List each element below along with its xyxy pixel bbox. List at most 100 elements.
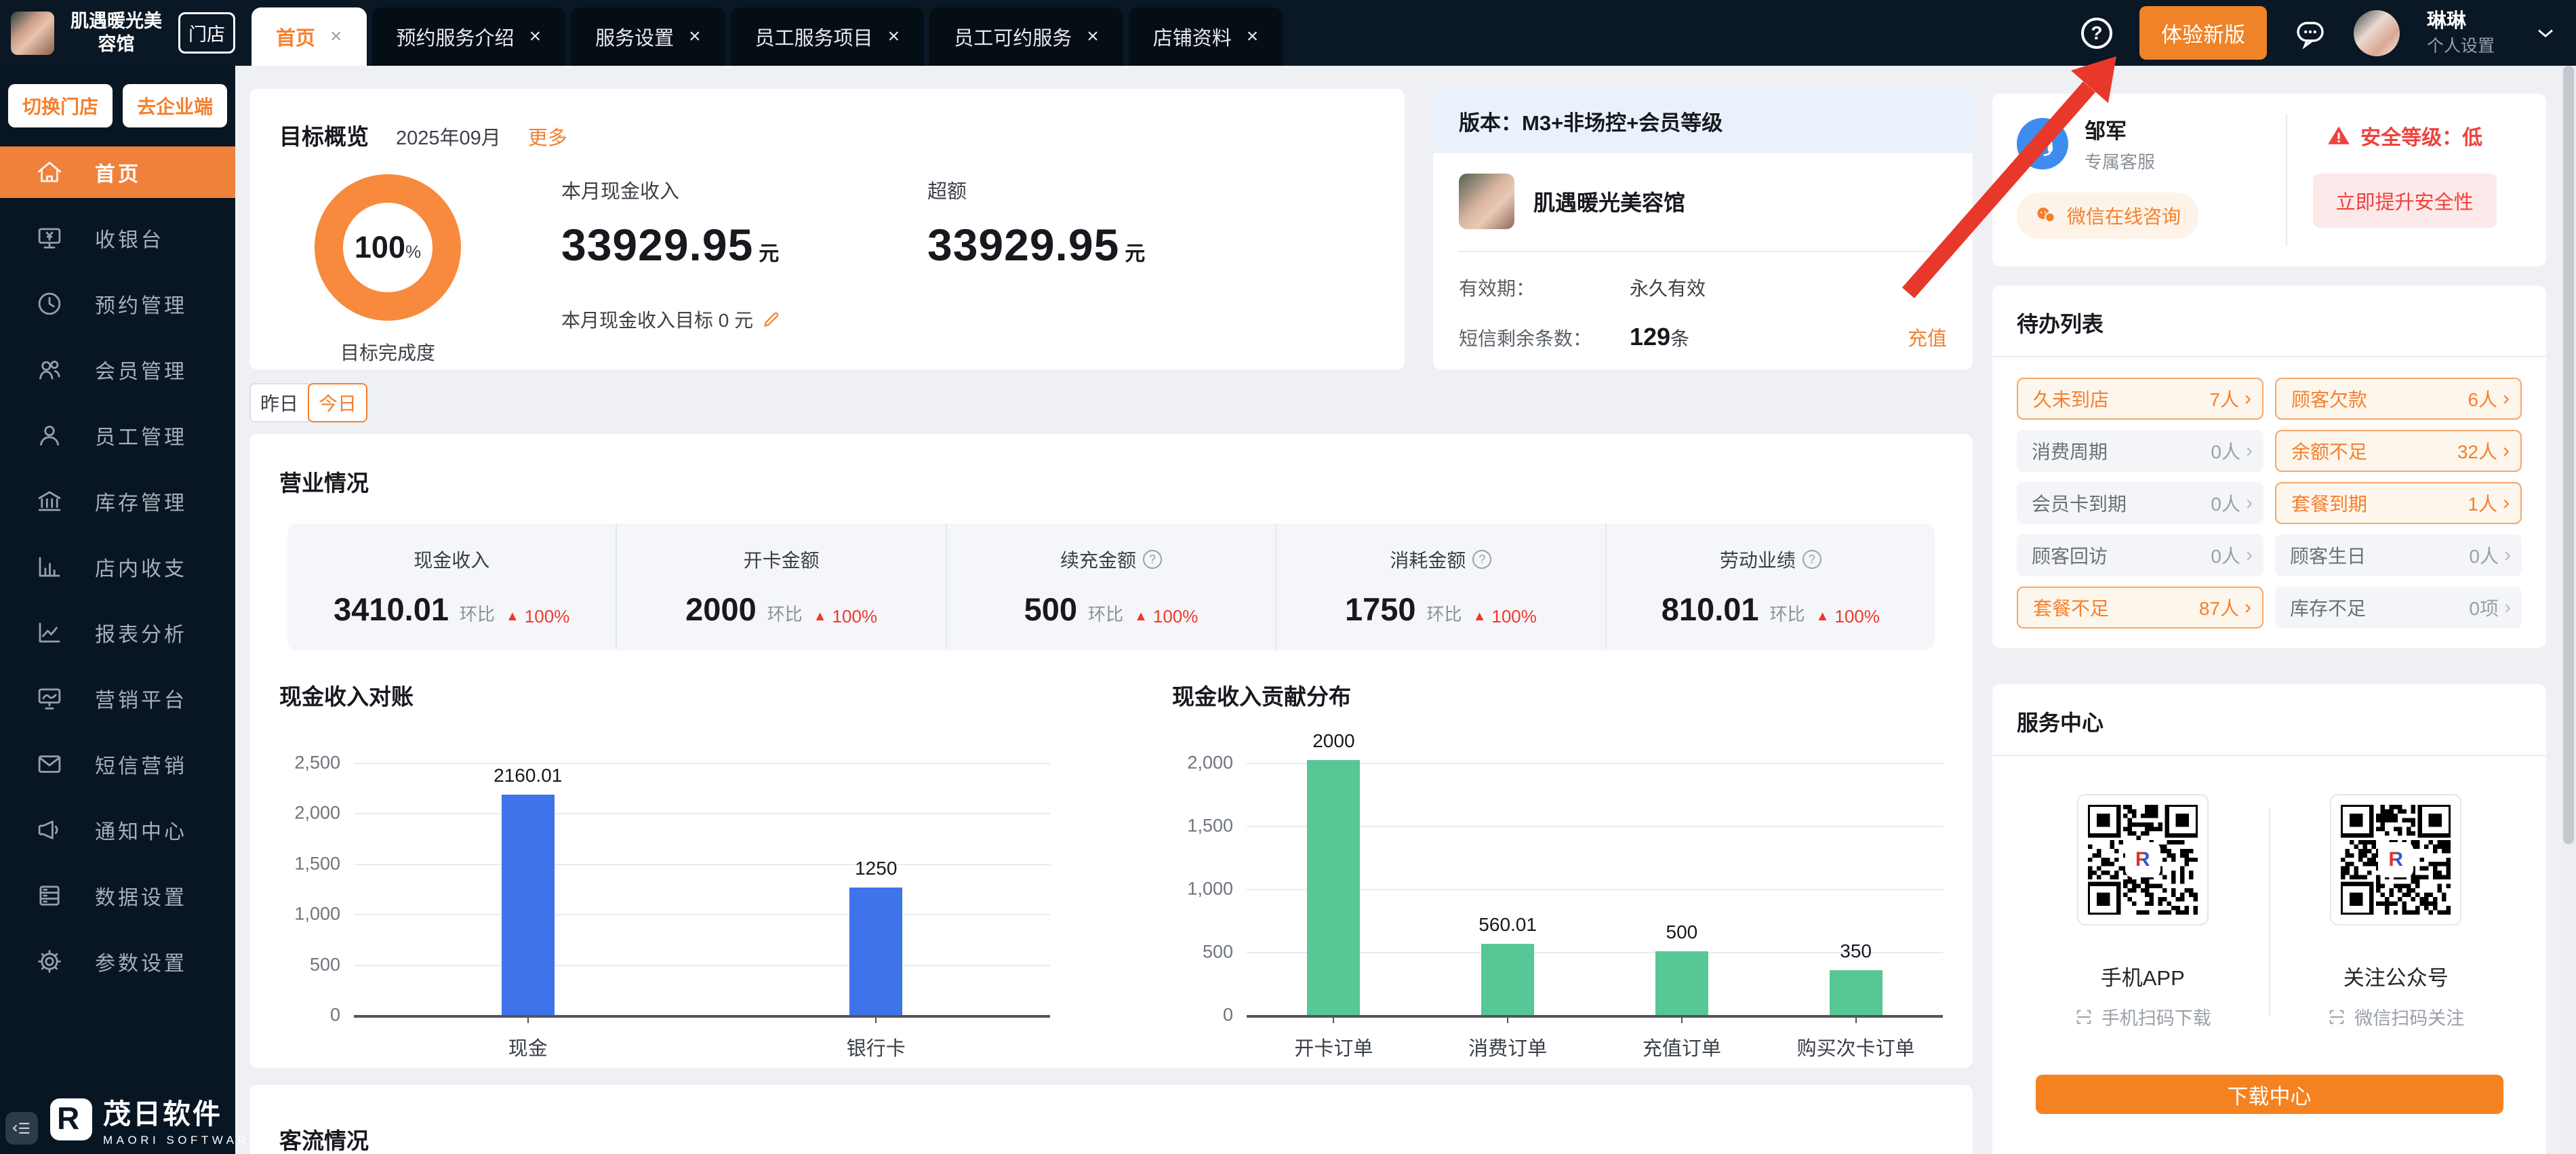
qr-block-手机APP: R 手机APP 手机扫码下载 xyxy=(2017,794,2269,1030)
chevron-right-icon: › xyxy=(2503,439,2510,462)
tab-预约服务介绍[interactable]: 预约服务介绍 × xyxy=(371,7,566,66)
cash-income-label: 本月现金收入 xyxy=(561,181,680,203)
goal-more-link[interactable]: 更多 xyxy=(528,122,567,151)
sidebar-item-通知中心[interactable]: 通知中心 xyxy=(0,804,235,856)
mom-up-value: ▲ 100% xyxy=(1134,606,1199,626)
scan-icon xyxy=(2329,1010,2344,1024)
help-icon[interactable]: ? xyxy=(2080,17,2112,49)
todo-item-久未到店[interactable]: 久未到店 7人 › xyxy=(2017,378,2263,420)
trend-icon xyxy=(39,622,60,643)
toggle-today[interactable]: 今日 xyxy=(308,383,368,422)
bar-value-label: 2000 xyxy=(1312,730,1355,751)
sidebar-item-营销平台[interactable]: 营销平台 xyxy=(0,673,235,724)
page-scrollbar[interactable] xyxy=(2561,66,2576,1154)
user-meta[interactable]: 琳琳 个人设置 xyxy=(2427,9,2495,58)
todo-item-套餐到期[interactable]: 套餐到期 1人 › xyxy=(2275,482,2522,524)
home-icon xyxy=(37,161,62,182)
sidebar-item-首页[interactable]: 首页 xyxy=(0,146,235,198)
tab-店铺资料[interactable]: 店铺资料 × xyxy=(1128,7,1283,66)
x-axis-label: 现金 xyxy=(508,1038,548,1060)
toggle-yesterday[interactable]: 昨日 xyxy=(249,383,310,422)
wechat-consult-button[interactable]: 微信在线咨询 xyxy=(2017,193,2199,239)
tab-员工可约服务[interactable]: 员工可约服务 × xyxy=(929,7,1123,66)
todo-label: 库存不足 xyxy=(2290,598,2367,619)
chevron-right-icon: › xyxy=(2245,596,2251,618)
stat-value: 810.01 xyxy=(1661,591,1759,627)
todo-item-余额不足[interactable]: 余额不足 32人 › xyxy=(2275,430,2522,472)
tab-服务设置[interactable]: 服务设置 × xyxy=(571,7,725,66)
sms-remaining-value: 129 xyxy=(1630,323,1671,351)
sidebar-item-会员管理[interactable]: 会员管理 xyxy=(0,344,235,395)
qr-block-关注公众号: R 关注公众号 微信扫码关注 xyxy=(2270,794,2522,1030)
tab-close-icon[interactable]: × xyxy=(330,26,342,47)
todo-label: 顾客欠款 xyxy=(2291,389,2368,410)
tab-close-icon[interactable]: × xyxy=(1087,26,1099,47)
store-zone: 肌遇暖光美容馆 门店 xyxy=(0,10,235,56)
download-center-button[interactable]: 下载中心 xyxy=(2035,1075,2503,1114)
help-circle-icon[interactable]: ? xyxy=(1472,550,1492,569)
tab-close-icon[interactable]: × xyxy=(529,26,542,47)
todo-item-会员卡到期[interactable]: 会员卡到期 0人 › xyxy=(2017,482,2263,524)
sidebar-item-数据设置[interactable]: 数据设置 xyxy=(0,870,235,921)
sidebar-item-label: 员工管理 xyxy=(95,426,187,449)
switch-store-button[interactable]: 切换门店 xyxy=(8,84,113,127)
store-avatar xyxy=(11,11,54,55)
todo-grid: 久未到店 7人 › 顾客欠款 6人 › 消费周期 0人 › 余额不足 32人 › 会员卡… xyxy=(2017,378,2522,629)
todo-label: 顾客生日 xyxy=(2290,546,2367,567)
todo-label: 会员卡到期 xyxy=(2032,494,2127,515)
help-circle-icon[interactable]: ? xyxy=(1802,550,1822,569)
user-avatar[interactable] xyxy=(2353,9,2400,56)
bank-icon xyxy=(38,491,61,511)
tab-close-icon[interactable]: × xyxy=(888,26,900,47)
collapse-sidebar-icon[interactable] xyxy=(5,1112,38,1145)
todo-item-顾客回访[interactable]: 顾客回访 0人 › xyxy=(2017,534,2263,576)
to-enterprise-button[interactable]: 去企业端 xyxy=(123,84,227,127)
tab-close-icon[interactable]: × xyxy=(689,26,701,47)
todo-item-库存不足[interactable]: 库存不足 0项 › xyxy=(2275,586,2522,629)
improve-security-button[interactable]: 立即提升安全性 xyxy=(2312,174,2497,228)
bar-开卡订单: 2000 xyxy=(1307,730,1361,1015)
try-new-version-button[interactable]: 体验新版 xyxy=(2139,6,2267,60)
sidebar-item-短信营销[interactable]: 短信营销 xyxy=(0,738,235,790)
chevron-right-icon: › xyxy=(2503,492,2510,514)
todo-item-套餐不足[interactable]: 套餐不足 87人 › xyxy=(2017,586,2263,629)
todo-item-顾客生日[interactable]: 顾客生日 0人 › xyxy=(2275,534,2522,576)
stat-消耗金额: 消耗金额? 1750 环比 ▲ 100% xyxy=(1275,523,1605,650)
sidebar-item-预约管理[interactable]: 预约管理 xyxy=(0,278,235,330)
recharge-link[interactable]: 充值 xyxy=(1908,323,1947,351)
sidebar-item-员工管理[interactable]: 员工管理 xyxy=(0,410,235,461)
sidebar-footer: R 茂日软件 MAORI SOFTWARE xyxy=(0,1079,258,1154)
sidebar-item-收银台[interactable]: 收银台 xyxy=(0,212,235,264)
service-center-card: 服务中心 R 手机APP 手机扫码下载R 关注公众号 微信扫码关注 下载中心 服… xyxy=(1992,684,2546,1154)
tab-员工服务项目[interactable]: 员工服务项目 × xyxy=(730,7,925,66)
right-panel: 邹军 专属客服 微信在线咨询 安全等级：低 立即提升安全性 待办列表 久未到店 … xyxy=(1992,66,2546,1154)
tab-首页[interactable]: 首页 × xyxy=(251,7,367,66)
chevron-right-icon: › xyxy=(2246,492,2253,514)
edit-target-icon[interactable] xyxy=(761,309,782,330)
chart-title: 现金收入贡献分布 xyxy=(1172,684,1351,709)
sidebar-item-label: 会员管理 xyxy=(95,361,187,383)
sidebar-item-label: 收银台 xyxy=(95,229,164,252)
stat-现金收入: 现金收入 3410.01 环比 ▲ 100% xyxy=(334,550,570,627)
user-icon xyxy=(40,425,59,446)
scrollbar-thumb[interactable] xyxy=(2563,66,2574,844)
todo-item-顾客欠款[interactable]: 顾客欠款 6人 › xyxy=(2275,378,2522,420)
sidebar-item-店内收支[interactable]: 店内收支 xyxy=(0,541,235,593)
message-bubble-icon[interactable] xyxy=(2294,17,2327,49)
goal-overview-card: 目标概览 2025年09月 更多 100% 目标完成度 本月现金收入 33929… xyxy=(249,89,1405,370)
sidebar: 切换门店 去企业端 首页 收银台 预约管理 会员管理 员工管理 库存管理 店内收… xyxy=(0,66,258,1154)
bar-现金: 2160.01 xyxy=(494,765,562,1015)
version-store-avatar xyxy=(1459,174,1514,229)
bar-value-label: 560.01 xyxy=(1478,913,1537,935)
sidebar-item-报表分析[interactable]: 报表分析 xyxy=(0,607,235,658)
sidebar-item-参数设置[interactable]: 参数设置 xyxy=(0,936,235,987)
todo-item-消费周期[interactable]: 消费周期 0人 › xyxy=(2017,430,2263,472)
todo-label: 顾客回访 xyxy=(2032,546,2108,567)
support-agent-name: 邹军 xyxy=(2085,119,2127,143)
help-circle-icon[interactable]: ? xyxy=(1143,550,1163,569)
todo-count: 6人 xyxy=(2468,389,2497,410)
tab-close-icon[interactable]: × xyxy=(1247,26,1259,47)
sidebar-item-库存管理[interactable]: 库存管理 xyxy=(0,475,235,527)
chevron-down-icon[interactable] xyxy=(2534,22,2557,45)
bar-购买次卡订单: 350 xyxy=(1829,940,1883,1015)
